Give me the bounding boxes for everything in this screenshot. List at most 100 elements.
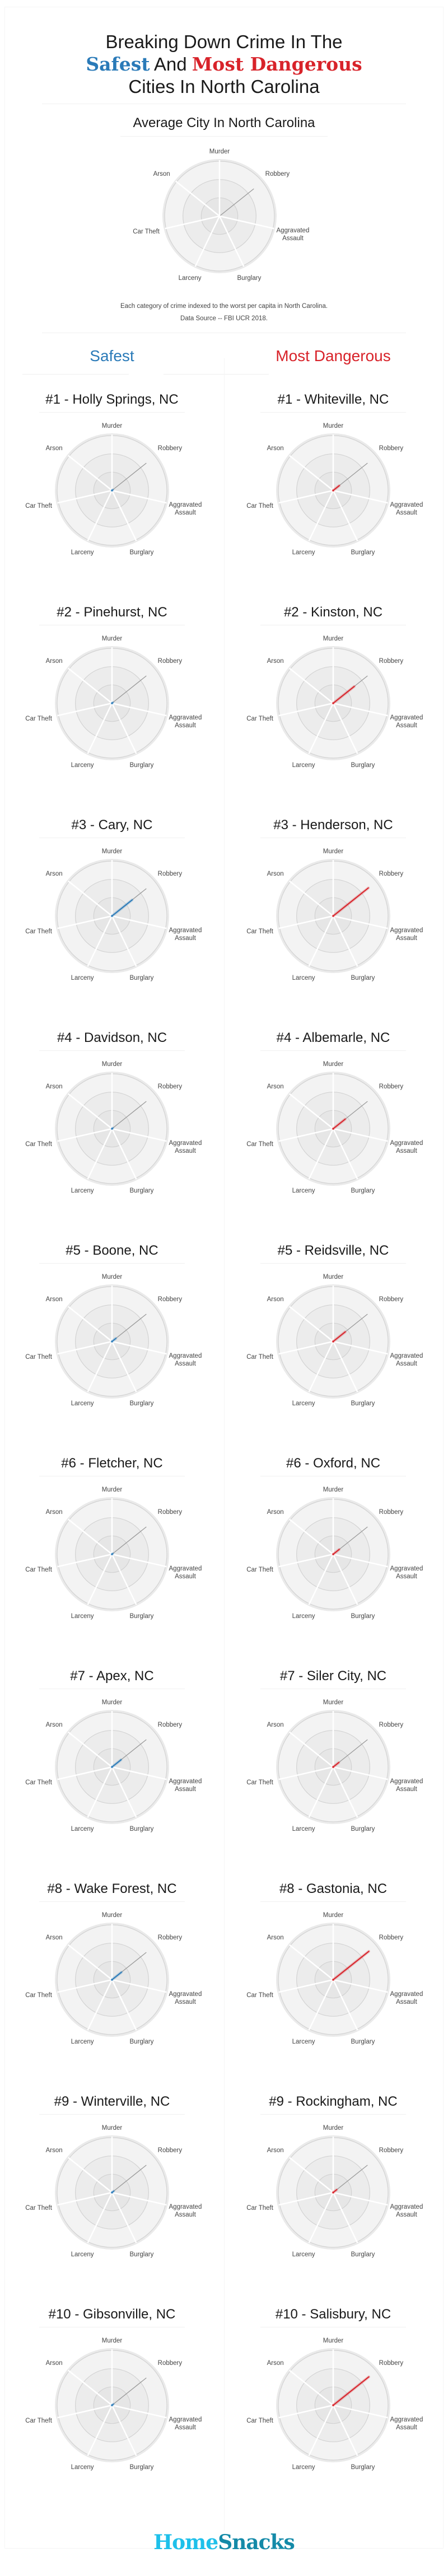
city-center-dot: [111, 1766, 113, 1768]
axis-label-arson: Arson: [267, 658, 284, 665]
axis-label-line: Murder: [323, 1061, 344, 1068]
axis-label-line: Larceny: [71, 2251, 94, 2258]
data-source-note: Data Source -- FBI UCR 2018.: [180, 315, 268, 322]
axis-label-larceny: Larceny: [71, 2039, 94, 2045]
city-rank: #1: [45, 392, 60, 407]
axis-label-line: Car Theft: [246, 1354, 274, 1361]
axis-label-line: Murder: [102, 1274, 123, 1280]
axis-label-line: Arson: [267, 658, 284, 665]
city-rank: #3: [71, 817, 87, 833]
axis-label-arson: Arson: [46, 2147, 63, 2154]
axis-label-burglary: Burglary: [130, 549, 154, 556]
axis-label-line: Aggravated: [169, 714, 202, 721]
axis-label-car-theft: Car Theft: [25, 1354, 53, 1361]
axis-label-car-theft: Car Theft: [246, 1354, 274, 1361]
axis-label-robbery: Robbery: [158, 1296, 183, 1303]
axis-label-line: Murder: [102, 1486, 123, 1493]
axis-label-larceny: Larceny: [292, 2251, 315, 2258]
axis-label-burglary: Burglary: [130, 1400, 154, 1407]
axis-label-line: Robbery: [379, 2360, 404, 2367]
axis-label-car-theft: Car Theft: [246, 1141, 274, 1148]
axis-label-robbery: Robbery: [379, 1722, 404, 1728]
city-name: Winterville, NC: [81, 2094, 170, 2109]
axis-label-line: Assault: [396, 722, 418, 729]
axis-label-line: Murder: [102, 423, 123, 429]
axis-label-line: Assault: [396, 1361, 418, 1367]
axis-label-line: Arson: [46, 1296, 63, 1303]
axis-label-line: Assault: [396, 2424, 418, 2431]
axis-label-line: Assault: [175, 2424, 197, 2431]
axis-label-line: Aggravated: [169, 1140, 202, 1147]
axis-label-line: Assault: [175, 509, 197, 516]
axis-label-arson: Arson: [46, 871, 63, 877]
axis-label-line: Burglary: [130, 1613, 154, 1620]
axis-label-line: Arson: [46, 2360, 63, 2367]
axis-label-line: Murder: [323, 635, 344, 642]
axis-label-line: Arson: [153, 171, 170, 177]
axis-label-robbery: Robbery: [158, 658, 183, 665]
axis-label-line: Car Theft: [25, 716, 53, 722]
city-name: Pinehurst, NC: [83, 605, 167, 620]
rank-separator: -: [71, 605, 84, 620]
rank-separator: -: [62, 1881, 74, 1896]
dangerous-city-title: #9 - Rockingham, NC: [227, 2094, 440, 2110]
axis-label-car-theft: Car Theft: [246, 1779, 274, 1786]
city-rank: #4: [276, 1030, 292, 1045]
axis-label-line: Robbery: [158, 658, 183, 665]
axis-label-burglary: Burglary: [351, 2039, 375, 2045]
axis-label-line: Murder: [323, 848, 344, 855]
safest-city-title: #3 - Cary, NC: [6, 817, 218, 833]
axis-label-car-theft: Car Theft: [25, 1567, 53, 1573]
axis-label-arson: Arson: [46, 1296, 63, 1303]
axis-label-burglary: Burglary: [351, 1613, 375, 1620]
axis-label-larceny: Larceny: [71, 1826, 94, 1832]
axis-label-line: Aggravated: [169, 2204, 202, 2210]
axis-label-line: Burglary: [351, 1400, 375, 1407]
axis-label-line: Burglary: [351, 549, 375, 556]
city-name: Boone, NC: [92, 1243, 158, 1258]
axis-label-robbery: Robbery: [265, 171, 290, 177]
axis-label-line: Aggravated: [169, 1353, 202, 1359]
axis-label-line: Arson: [46, 1722, 63, 1728]
axis-label-larceny: Larceny: [292, 1826, 315, 1832]
axis-label-larceny: Larceny: [292, 2039, 315, 2045]
safest-city-title: #8 - Wake Forest, NC: [6, 1881, 218, 1897]
title-safest: Safest: [86, 53, 150, 75]
city-rank: #2: [57, 605, 72, 620]
city-title-divider: [260, 1901, 406, 1902]
axis-label-arson: Arson: [46, 445, 63, 452]
safest-city-radar-chart: MurderRobberyAggravated AssaultBurglaryLa…: [25, 1486, 202, 1620]
city-title-divider: [260, 1263, 406, 1264]
city-center-dot: [332, 1766, 334, 1768]
axis-label-murder: Murder: [323, 2125, 344, 2131]
dangerous-city-title: #1 - Whiteville, NC: [227, 392, 440, 408]
city-center-dot: [111, 915, 113, 917]
axis-label-arson: Arson: [267, 2360, 284, 2367]
dangerous-city-title: #2 - Kinston, NC: [227, 605, 440, 620]
axis-label-robbery: Robbery: [158, 871, 183, 877]
axis-label-line: Murder: [323, 2337, 344, 2344]
axis-label-murder: Murder: [102, 1912, 123, 1919]
city-title-divider: [39, 1050, 185, 1051]
axis-label-line: Aggravated: [169, 1991, 202, 1998]
axis-label-line: Burglary: [351, 2251, 375, 2258]
safest-column-header: Safest: [90, 347, 134, 364]
safest-city-radar-chart: MurderRobberyAggravated AssaultBurglaryLa…: [25, 635, 202, 769]
axis-label-line: Aggravated: [390, 1778, 423, 1785]
city-center-dot: [111, 1979, 113, 1981]
axis-label-larceny: Larceny: [71, 549, 94, 556]
rank-separator: -: [85, 1668, 96, 1684]
safest-city-radar-chart: MurderRobberyAggravated AssaultBurglaryLa…: [25, 2125, 202, 2258]
axis-label-line: Murder: [102, 635, 123, 642]
city-name: Salisbury, NC: [310, 2307, 391, 2322]
axis-label-larceny: Larceny: [292, 1188, 315, 1194]
safest-city-title: #1 - Holly Springs, NC: [6, 392, 218, 408]
safest-city-radar-chart: MurderRobberyAggravated AssaultBurglaryLa…: [25, 2337, 202, 2471]
title-line-2: Safest And Most Dangerous: [0, 53, 448, 76]
axis-label-line: Aggravated: [169, 927, 202, 934]
rank-separator: -: [283, 2094, 296, 2109]
axis-label-line: Larceny: [71, 2464, 94, 2471]
axis-label-robbery: Robbery: [158, 2360, 183, 2367]
dangerous-city-radar-chart: Murder Robbery Aggravated Assault Burglary La…: [246, 2125, 423, 2258]
axis-label-arson: Arson: [46, 1722, 63, 1728]
